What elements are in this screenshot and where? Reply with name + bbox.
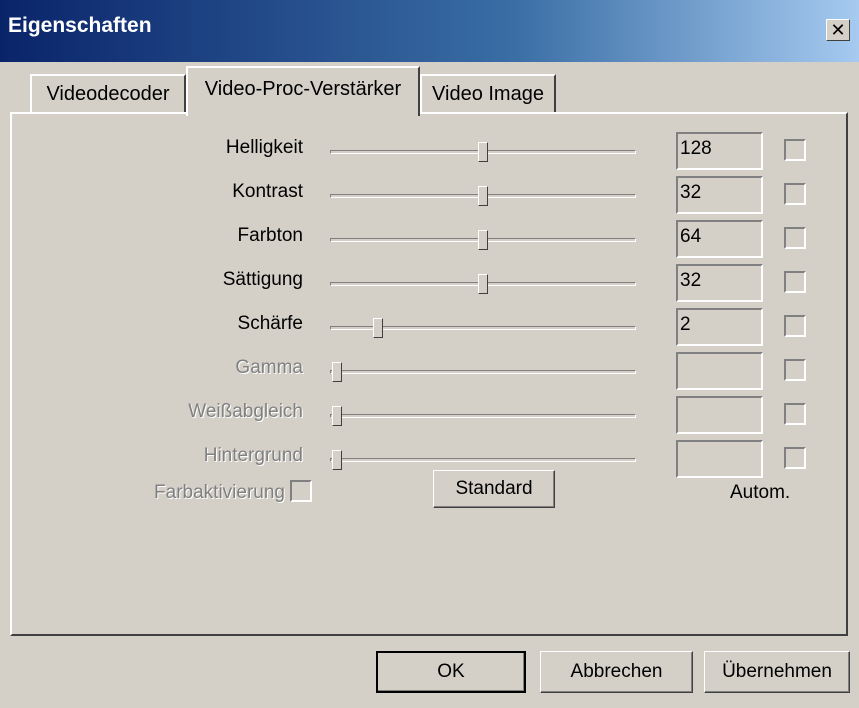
slider-thumb[interactable] xyxy=(332,450,342,470)
slider-thumb[interactable] xyxy=(332,406,342,426)
property-label: Schärfe xyxy=(237,313,303,334)
properties-dialog: Eigenschaften ✕ Videodecoder Video-Proc-… xyxy=(0,0,859,708)
ok-button[interactable]: OK xyxy=(376,651,526,693)
standard-button[interactable]: Standard xyxy=(433,470,555,508)
slider-track[interactable] xyxy=(330,458,636,462)
tab-videodecoder[interactable]: Videodecoder xyxy=(30,74,186,112)
value-field xyxy=(676,396,763,434)
slider-thumb[interactable] xyxy=(478,274,488,294)
tab-label: Video Image xyxy=(432,82,544,105)
window-title: Eigenschaften xyxy=(8,14,152,37)
property-label: Gamma xyxy=(235,357,303,378)
autom-label: Autom. xyxy=(730,482,791,503)
property-label: Farbton xyxy=(237,225,303,246)
auto-checkbox[interactable] xyxy=(784,227,806,249)
auto-checkbox[interactable] xyxy=(784,447,806,469)
cancel-button-label: Abbrechen xyxy=(570,661,663,682)
value-field[interactable]: 32 xyxy=(676,264,763,302)
slider-thumb[interactable] xyxy=(478,230,488,250)
value-field[interactable]: 128 xyxy=(676,132,763,170)
property-label: Helligkeit xyxy=(225,137,303,158)
cancel-button[interactable]: Abbrechen xyxy=(540,651,693,693)
tab-label: Video-Proc-Verstärker xyxy=(204,77,402,100)
apply-button[interactable]: Übernehmen xyxy=(704,651,850,693)
slider-thumb[interactable] xyxy=(372,318,383,338)
slider-track[interactable] xyxy=(330,370,636,374)
slider-thumb[interactable] xyxy=(332,362,342,382)
auto-checkbox[interactable] xyxy=(784,403,806,425)
tab-video-proc-verstaerker[interactable]: Video-Proc-Verstärker xyxy=(186,66,420,116)
auto-checkbox[interactable] xyxy=(784,315,806,337)
title-bar[interactable]: Eigenschaften ✕ xyxy=(0,0,859,62)
auto-checkbox[interactable] xyxy=(784,359,806,381)
ok-button-label: OK xyxy=(437,661,465,682)
color-enable-label: Farbaktivierung xyxy=(154,482,285,503)
property-label: Hintergrund xyxy=(203,445,303,466)
tab-label: Videodecoder xyxy=(46,82,170,105)
value-field[interactable]: 2 xyxy=(676,308,763,346)
standard-button-label: Standard xyxy=(455,478,533,499)
property-label: Weißabgleich xyxy=(188,401,303,422)
slider-thumb[interactable] xyxy=(478,186,488,206)
apply-button-label: Übernehmen xyxy=(722,661,832,682)
property-label: Kontrast xyxy=(232,181,303,202)
value-field xyxy=(676,440,763,478)
color-enable-checkbox[interactable] xyxy=(290,480,312,502)
value-field[interactable]: 64 xyxy=(676,220,763,258)
close-button[interactable]: ✕ xyxy=(826,19,850,41)
value-field[interactable]: 32 xyxy=(676,176,763,214)
property-label: Sättigung xyxy=(222,269,303,290)
slider-thumb[interactable] xyxy=(478,142,488,162)
auto-checkbox[interactable] xyxy=(784,139,806,161)
auto-checkbox[interactable] xyxy=(784,271,806,293)
slider-track[interactable] xyxy=(330,414,636,418)
value-field xyxy=(676,352,763,390)
auto-checkbox[interactable] xyxy=(784,183,806,205)
tab-video-image[interactable]: Video Image xyxy=(420,74,556,112)
close-icon: ✕ xyxy=(830,20,846,40)
